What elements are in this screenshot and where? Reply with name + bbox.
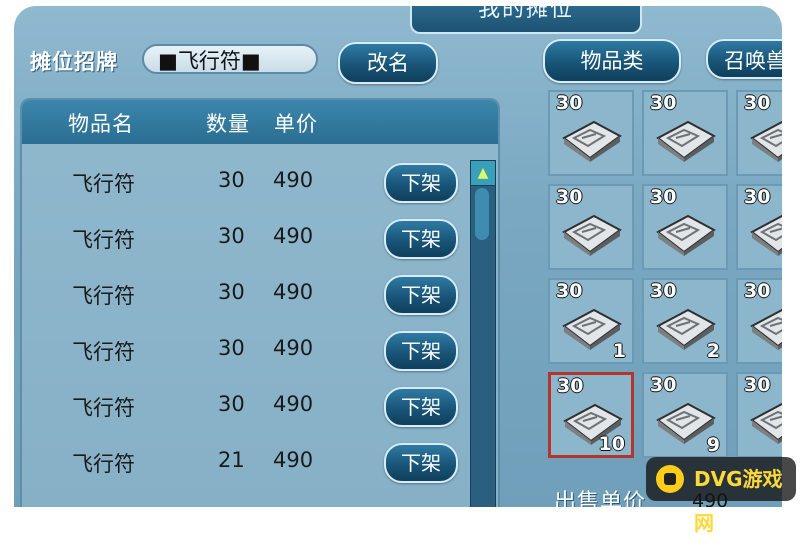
item-name: 飞行符 — [72, 172, 135, 196]
slot-badge: 10 — [598, 433, 625, 455]
tab-pets[interactable]: 召唤兽 — [706, 39, 782, 79]
flying-talisman-icon — [750, 308, 782, 350]
flying-talisman-icon — [562, 120, 622, 162]
delist-button[interactable]: 下架 — [384, 163, 458, 203]
delist-button[interactable]: 下架 — [384, 219, 458, 259]
slot-badge: 2 — [706, 340, 720, 362]
tab-items[interactable]: 物品类 — [543, 39, 681, 83]
header-name: 物品名 — [68, 112, 134, 136]
inventory-slot-selected[interactable]: 30 10 — [548, 372, 634, 458]
flying-talisman-icon — [562, 214, 622, 256]
sign-input[interactable]: ■飞行符■ — [142, 44, 318, 74]
item-qty: 30 — [218, 392, 245, 416]
slot-qty: 30 — [650, 186, 677, 208]
slot-qty: 30 — [744, 280, 771, 302]
stall-window: 我的摊位 摊位招牌 ■飞行符■ 改名 物品类 召唤兽 物品名 数量 单价 飞行符… — [14, 6, 782, 507]
item-price: 490 — [273, 448, 314, 472]
slot-qty: 30 — [744, 92, 771, 114]
item-name: 飞行符 — [72, 452, 135, 476]
item-price: 490 — [273, 336, 314, 360]
stall-list-panel: 物品名 数量 单价 飞行符 30 490 下架 飞行符 30 490 下架 飞行… — [20, 98, 500, 507]
slot-qty: 30 — [556, 280, 583, 302]
item-name: 飞行符 — [72, 284, 135, 308]
header-qty: 数量 — [206, 112, 250, 136]
item-price: 490 — [273, 392, 314, 416]
sign-label: 摊位招牌 — [30, 50, 118, 74]
delist-button[interactable]: 下架 — [384, 275, 458, 315]
slot-badge: 9 — [706, 434, 720, 456]
inventory-slot[interactable]: 30 — [548, 90, 634, 176]
item-price: 490 — [273, 224, 314, 248]
site-watermark: DVG游戏网 — [646, 457, 796, 535]
flying-talisman-icon — [656, 214, 716, 256]
slot-qty: 30 — [556, 186, 583, 208]
table-row[interactable]: 飞行符 30 490 下架 — [22, 154, 472, 210]
inventory-slot[interactable]: 30 — [736, 372, 782, 458]
item-qty: 21 — [218, 448, 245, 472]
item-name: 飞行符 — [72, 340, 135, 364]
table-row[interactable]: 飞行符 30 490 下架 — [22, 378, 472, 434]
table-row[interactable]: 飞行符 30 490 下架 — [22, 210, 472, 266]
item-qty: 30 — [218, 280, 245, 304]
slot-qty: 30 — [556, 92, 583, 114]
scroll-thumb[interactable] — [475, 188, 489, 240]
delist-button[interactable]: 下架 — [384, 443, 458, 483]
gamepad-logo-icon — [656, 465, 684, 493]
flying-talisman-icon — [750, 120, 782, 162]
header-price: 单价 — [274, 112, 318, 136]
window-title: 我的摊位 — [410, 6, 642, 34]
table-row[interactable]: 飞行符 30 490 下架 — [22, 266, 472, 322]
inventory-slot[interactable]: 30 — [642, 90, 728, 176]
slot-badge: 1 — [612, 340, 626, 362]
list-header: 物品名 数量 单价 — [22, 100, 498, 144]
slot-qty: 30 — [650, 374, 677, 396]
item-name: 飞行符 — [72, 396, 135, 420]
flying-talisman-icon — [750, 402, 782, 444]
inventory-slot[interactable]: 30 — [548, 184, 634, 270]
slot-qty: 30 — [744, 374, 771, 396]
flying-talisman-icon — [750, 214, 782, 256]
inventory-slot[interactable]: 30 — [642, 184, 728, 270]
slot-qty: 30 — [650, 92, 677, 114]
item-name: 飞行符 — [72, 228, 135, 252]
inventory-slot[interactable]: 30 1 — [548, 278, 634, 364]
inventory-slot[interactable]: 30 — [736, 184, 782, 270]
rename-button[interactable]: 改名 — [338, 42, 438, 84]
flying-talisman-icon — [656, 120, 716, 162]
inventory-slot[interactable]: 30 — [736, 90, 782, 176]
item-price: 490 — [273, 168, 314, 192]
item-qty: 30 — [218, 168, 245, 192]
sale-price-label: 出售单价 — [554, 490, 647, 507]
inventory-slot[interactable]: 30 — [736, 278, 782, 364]
item-price: 490 — [273, 280, 314, 304]
slot-qty: 30 — [557, 375, 584, 397]
delist-button[interactable]: 下架 — [384, 387, 458, 427]
table-row[interactable]: 飞行符 30 490 下架 — [22, 322, 472, 378]
inventory-grid: 30 30 30 30 30 30 30 1 30 2 30 30 10 30 … — [548, 90, 782, 466]
table-row[interactable]: 飞行符 21 490 下架 — [22, 434, 472, 490]
inventory-slot[interactable]: 30 2 — [642, 278, 728, 364]
triangle-up-icon[interactable]: ▲ — [470, 160, 496, 186]
item-qty: 30 — [218, 336, 245, 360]
delist-button[interactable]: 下架 — [384, 331, 458, 371]
slot-qty: 30 — [744, 186, 771, 208]
inventory-slot[interactable]: 30 9 — [642, 372, 728, 458]
slot-qty: 30 — [650, 280, 677, 302]
item-qty: 30 — [218, 224, 245, 248]
